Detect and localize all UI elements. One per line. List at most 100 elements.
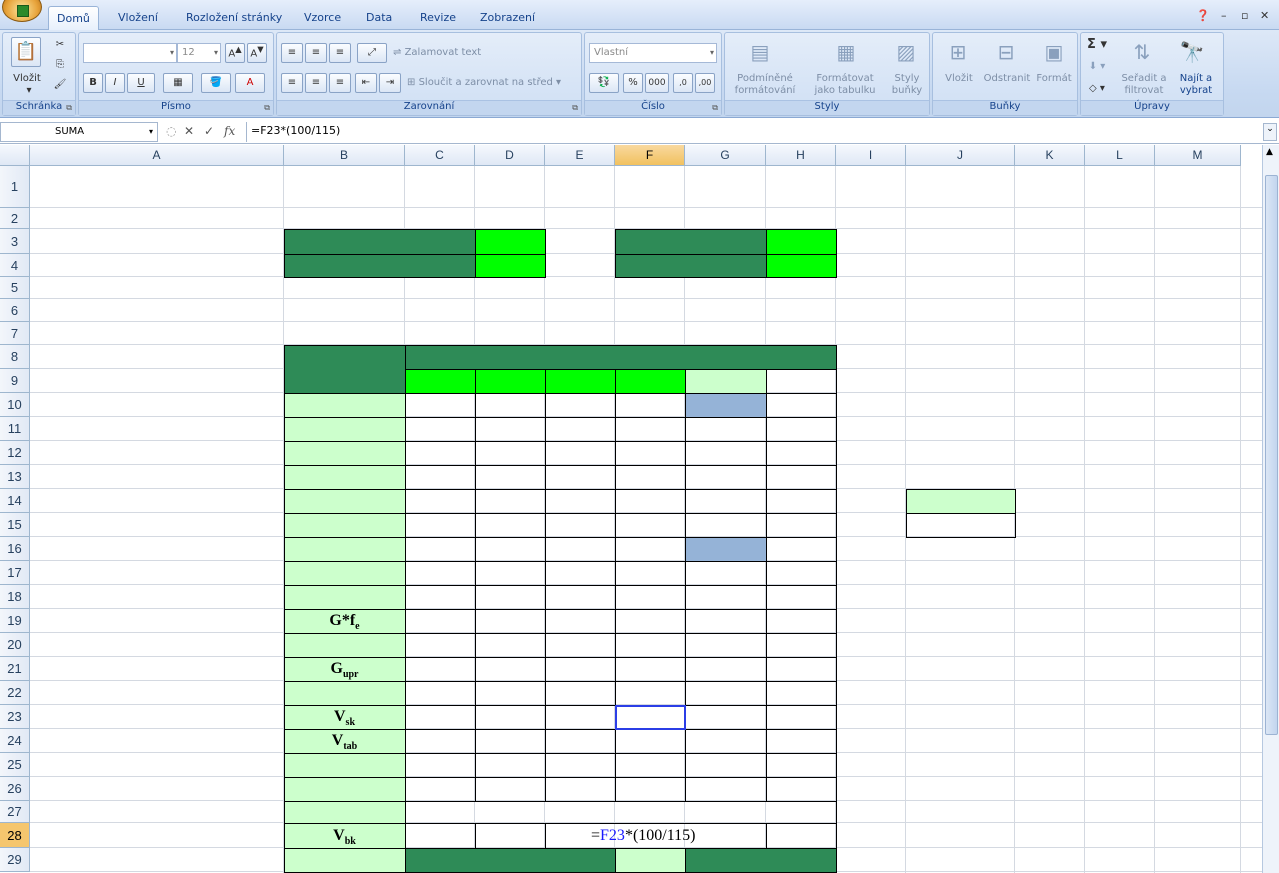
row-label[interactable] — [33, 705, 281, 729]
italic-button[interactable]: I — [105, 73, 125, 93]
station-suma[interactable] — [688, 441, 763, 465]
station-suma[interactable] — [688, 465, 763, 489]
calc-br[interactable] — [618, 729, 682, 753]
calc-suma[interactable] — [688, 609, 763, 633]
sklon-value[interactable] — [769, 229, 833, 254]
row-header-29[interactable]: 29 — [0, 848, 30, 872]
vek-label[interactable] — [618, 254, 763, 277]
expand-formula-bar-icon[interactable]: ⌄ — [1263, 123, 1277, 141]
station-number[interactable] — [287, 489, 402, 513]
calc-bo[interactable] — [478, 729, 542, 753]
calc-suma[interactable] — [688, 561, 763, 585]
row-symbol[interactable] — [287, 585, 402, 609]
column-header-G[interactable]: G — [685, 145, 766, 166]
insert-cells-button[interactable]: Vložit — [937, 73, 981, 85]
cut-icon[interactable]: ✂ — [53, 39, 67, 51]
row-symbol[interactable]: Gupr — [287, 657, 402, 681]
tab-vzorce[interactable]: Vzorce — [296, 6, 349, 30]
calc-sm[interactable] — [408, 657, 472, 681]
row-header-24[interactable]: 24 — [0, 729, 30, 753]
station-bo[interactable] — [483, 513, 537, 537]
formula-input[interactable]: =F23*(100/115) — [246, 122, 1262, 142]
increase-indent-icon[interactable]: ⇥ — [379, 73, 401, 93]
decrease-decimal-icon[interactable]: ,00 — [695, 73, 715, 93]
calc-sm[interactable] — [408, 561, 472, 585]
scrollbar-thumb[interactable] — [1265, 175, 1278, 735]
station-note[interactable] — [769, 417, 833, 441]
header-suma[interactable] — [688, 369, 763, 393]
format-table-button[interactable]: Formátovat jako tabulku — [805, 73, 885, 97]
calc-br[interactable] — [618, 657, 682, 681]
station-note[interactable] — [769, 441, 833, 465]
calc-br[interactable] — [618, 633, 682, 657]
row-label[interactable] — [33, 633, 281, 657]
calc-md[interactable] — [548, 657, 612, 681]
tab-rozlozeni-stranky[interactable]: Rozložení stránky — [178, 6, 290, 30]
column-header-K[interactable]: K — [1015, 145, 1085, 166]
calc-sm[interactable] — [408, 633, 472, 657]
restore-icon[interactable]: ▫ — [1241, 9, 1248, 22]
station-md[interactable] — [553, 417, 607, 441]
calc-bo[interactable] — [478, 657, 542, 681]
calc-bo[interactable] — [478, 777, 542, 801]
column-header-E[interactable]: E — [545, 145, 615, 166]
row-header-18[interactable]: 18 — [0, 585, 30, 609]
station-sm[interactable] — [413, 393, 467, 417]
calc-note[interactable] — [769, 561, 833, 585]
vek-value[interactable] — [769, 254, 833, 277]
station-number[interactable] — [287, 465, 402, 489]
row-header-25[interactable]: 25 — [0, 753, 30, 777]
header-bo[interactable] — [478, 369, 542, 393]
vzorniky-heading[interactable] — [408, 848, 612, 872]
orientation-icon[interactable]: ⤢ — [357, 43, 387, 63]
calc-suma[interactable] — [688, 705, 763, 729]
calc-sm[interactable] — [408, 681, 472, 705]
calc-note[interactable] — [769, 633, 833, 657]
column-header-M[interactable]: M — [1155, 145, 1241, 166]
row-header-13[interactable]: 13 — [0, 465, 30, 489]
find-select-button[interactable]: Najít a vybrat — [1171, 73, 1221, 97]
calc-sm[interactable] — [408, 729, 472, 753]
station-bo[interactable] — [483, 393, 537, 417]
uprava-na-svah-value[interactable] — [909, 513, 1012, 537]
scroll-up-icon[interactable]: ▲ — [1266, 147, 1273, 157]
vymera-value[interactable] — [478, 254, 542, 277]
column-header-C[interactable]: C — [405, 145, 475, 166]
row-label[interactable] — [33, 729, 281, 753]
station-sm[interactable] — [413, 465, 467, 489]
font-color-icon[interactable]: A — [235, 73, 265, 93]
vymera-label[interactable] — [287, 254, 472, 277]
column-header-A[interactable]: A — [30, 145, 284, 166]
bold-button[interactable]: B — [83, 73, 103, 93]
station-br[interactable] — [623, 537, 677, 561]
row-label[interactable] — [33, 561, 281, 585]
external-note[interactable] — [839, 681, 1082, 705]
calc-bo[interactable] — [478, 823, 542, 848]
minimize-icon[interactable]: – — [1221, 9, 1227, 22]
station-md[interactable] — [553, 489, 607, 513]
copy-icon[interactable]: ⎘ — [53, 59, 67, 71]
calc-suma[interactable] — [688, 729, 763, 753]
calc-bo[interactable] — [478, 705, 542, 729]
conditional-format-button[interactable]: Podmíněné formátování — [727, 73, 803, 97]
row-header-12[interactable]: 12 — [0, 441, 30, 465]
number-format-combo[interactable]: Vlastní ▾ — [589, 43, 717, 63]
sklon-label[interactable] — [618, 229, 763, 254]
row-label[interactable] — [33, 801, 281, 823]
count-heading[interactable] — [287, 299, 833, 322]
calc-md[interactable] — [548, 585, 612, 609]
row-header-28[interactable]: 28 — [0, 823, 30, 848]
station-suma[interactable] — [688, 489, 763, 513]
tab-vlozeni[interactable]: Vložení — [110, 6, 166, 30]
shrink-font-icon[interactable]: A▼ — [247, 43, 267, 63]
format-cells-button[interactable]: Formát — [1033, 73, 1075, 85]
thousands-button[interactable]: 000 — [645, 73, 669, 93]
station-br[interactable] — [623, 489, 677, 513]
calc-note[interactable] — [769, 777, 833, 801]
office-button[interactable] — [2, 0, 42, 22]
calc-md[interactable] — [548, 609, 612, 633]
calc-note[interactable] — [769, 729, 833, 753]
row-header-27[interactable]: 27 — [0, 801, 30, 823]
fill-color-icon[interactable]: 🪣 — [201, 73, 231, 93]
autosum-icon[interactable]: Σ ▾ — [1087, 38, 1107, 51]
